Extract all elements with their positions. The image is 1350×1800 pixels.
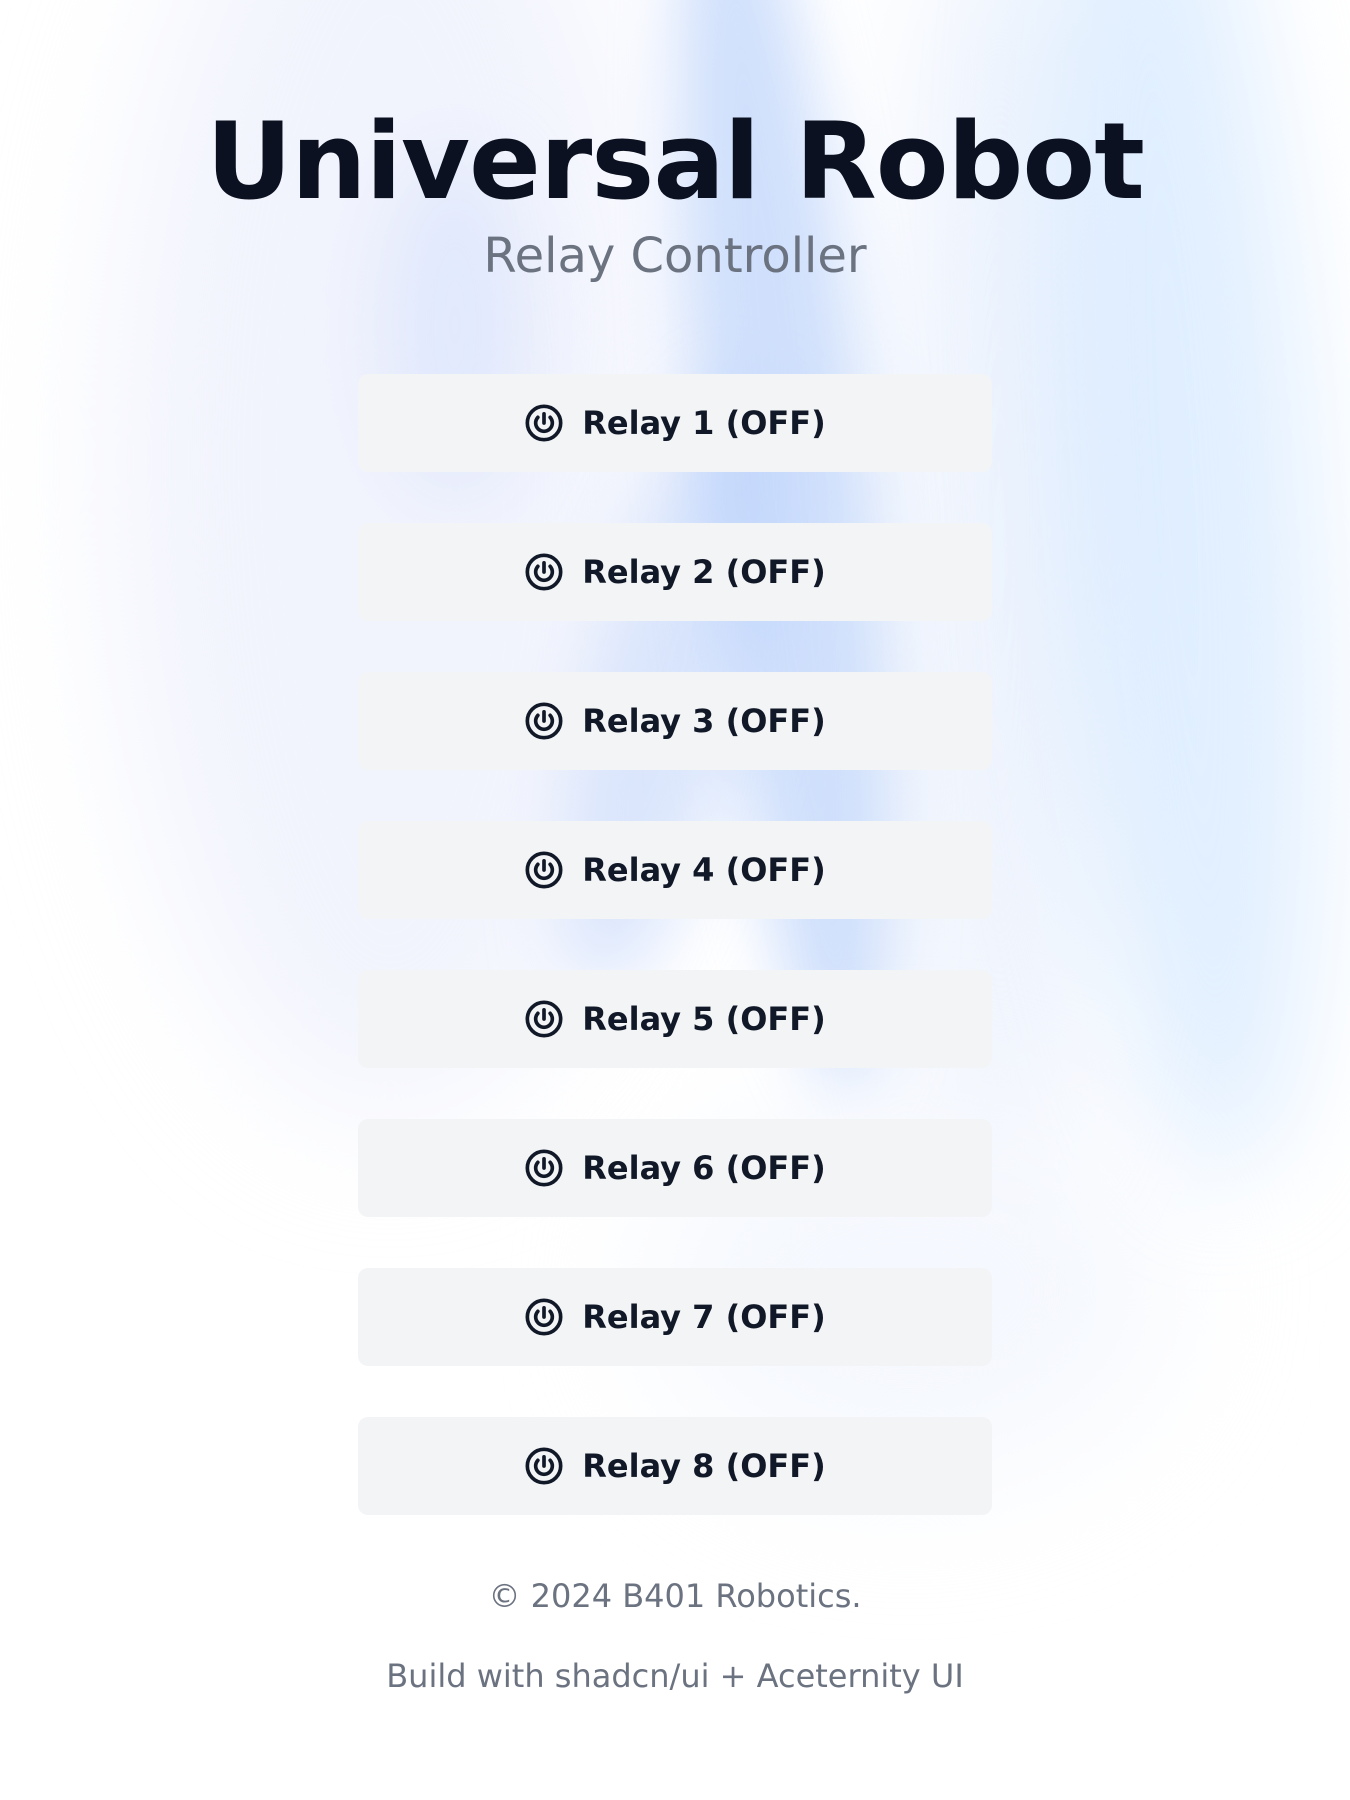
relay-7-button[interactable]: Relay 7 (OFF) [358,1268,992,1366]
power-icon [524,1297,564,1337]
relay-1-button[interactable]: Relay 1 (OFF) [358,374,992,472]
relay-5-button[interactable]: Relay 5 (OFF) [358,970,992,1068]
relay-6-label: Relay 6 (OFF) [582,1149,826,1187]
page-content: Universal Robot Relay Controller Relay 1… [0,0,1350,1800]
relay-8-button[interactable]: Relay 8 (OFF) [358,1417,992,1515]
relay-6-button[interactable]: Relay 6 (OFF) [358,1119,992,1217]
page-subtitle: Relay Controller [483,228,867,284]
relay-8-label: Relay 8 (OFF) [582,1447,826,1485]
power-icon [524,701,564,741]
power-icon [524,850,564,890]
relay-7-label: Relay 7 (OFF) [582,1298,826,1336]
footer-copyright: © 2024 B401 Robotics. [488,1577,862,1615]
relay-3-label: Relay 3 (OFF) [582,702,826,740]
relay-3-button[interactable]: Relay 3 (OFF) [358,672,992,770]
relay-2-button[interactable]: Relay 2 (OFF) [358,523,992,621]
power-icon [524,403,564,443]
power-icon [524,1148,564,1188]
power-icon [524,999,564,1039]
power-icon [524,1446,564,1486]
power-icon [524,552,564,592]
relay-4-label: Relay 4 (OFF) [582,851,826,889]
footer-credits: Build with shadcn/ui + Aceternity UI [386,1657,964,1695]
relay-5-label: Relay 5 (OFF) [582,1000,826,1038]
relay-2-label: Relay 2 (OFF) [582,553,826,591]
page-title: Universal Robot [206,100,1145,223]
relay-1-label: Relay 1 (OFF) [582,404,826,442]
relay-4-button[interactable]: Relay 4 (OFF) [358,821,992,919]
